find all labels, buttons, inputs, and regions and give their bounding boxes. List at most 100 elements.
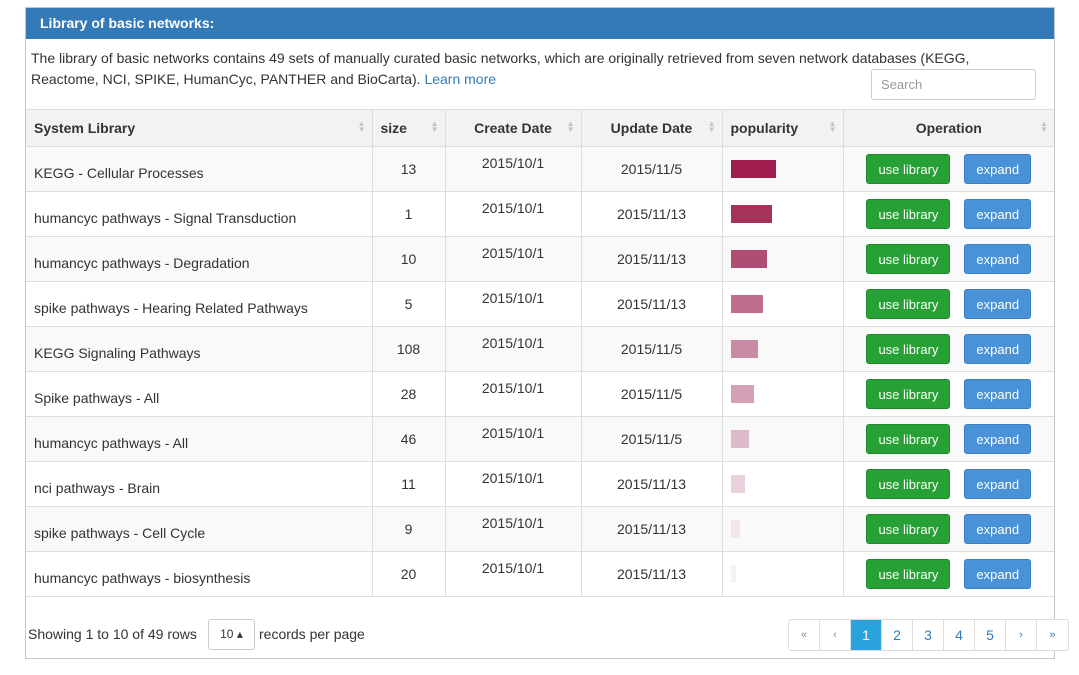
expand-button[interactable]: expand: [964, 378, 1032, 409]
expand-button[interactable]: expand: [964, 558, 1032, 589]
table-row: spike pathways - Hearing Related Pathway…: [26, 281, 1054, 327]
cell-operation: use library expand: [843, 506, 1054, 552]
page-button-5[interactable]: 5: [975, 620, 1006, 650]
header-create-date[interactable]: Create Date ▲ ▼: [445, 110, 582, 147]
sort-icon: ▲ ▼: [357, 119, 366, 134]
cell-update-date: 2015/11/13: [581, 551, 723, 597]
records-per-page-label: records per page: [259, 626, 365, 642]
expand-button[interactable]: expand: [964, 513, 1032, 544]
use-library-button[interactable]: use library: [866, 423, 951, 454]
cell-size: 11: [372, 461, 446, 507]
cell-library-name: humancyc pathways - biosynthesis: [26, 551, 373, 597]
use-library-button[interactable]: use library: [866, 513, 951, 544]
cell-operation: use library expand: [843, 236, 1054, 282]
table-row: humancyc pathways - All 46 2015/10/1 2015/1…: [26, 416, 1054, 462]
sort-icon: ▲ ▼: [828, 119, 837, 134]
table-row: KEGG Signaling Pathways 108 2015/10/1 2015/…: [26, 326, 1054, 372]
use-library-button[interactable]: use library: [866, 198, 951, 229]
last-page-button[interactable]: »: [1037, 620, 1068, 650]
popularity-bar: [730, 564, 736, 583]
page-button-3[interactable]: 3: [913, 620, 944, 650]
cell-library-name: humancyc pathways - All: [26, 416, 373, 462]
pagination: «‹ 1 2 3 4 5 ›»: [788, 619, 1069, 651]
library-table-container: System Library ▲ ▼ size ▲ ▼ Create Date ▲ ▼…: [26, 109, 1054, 597]
header-update-date[interactable]: Update Date ▲ ▼: [581, 110, 723, 147]
table-footer: Showing 1 to 10 of 49 rows 10 ▴ records …: [26, 616, 1069, 656]
cell-update-date: 2015/11/13: [581, 281, 723, 327]
table-row: humancyc pathways - Degradation 10 2015/10…: [26, 236, 1054, 282]
cell-popularity: [722, 551, 844, 597]
expand-button[interactable]: expand: [964, 198, 1032, 229]
first-page-button[interactable]: «: [789, 620, 820, 650]
use-library-button[interactable]: use library: [866, 288, 951, 319]
page-size-value: 10: [220, 627, 234, 641]
cell-library-name: spike pathways - Hearing Related Pathway…: [26, 281, 373, 327]
learn-more-link[interactable]: Learn more: [424, 71, 496, 87]
cell-create-date: 2015/10/1: [445, 506, 582, 552]
panel-title: Library of basic networks:: [26, 8, 1054, 39]
cell-operation: use library expand: [843, 371, 1054, 417]
cell-size: 20: [372, 551, 446, 597]
table-row: humancyc pathways - Signal Transduction 1…: [26, 191, 1054, 237]
header-size[interactable]: size ▲ ▼: [372, 110, 446, 147]
cell-popularity: [722, 281, 844, 327]
cell-operation: use library expand: [843, 416, 1054, 462]
table-row: Spike pathways - All 28 2015/10/1 2015/11/5…: [26, 371, 1054, 417]
cell-popularity: [722, 146, 844, 192]
cell-create-date: 2015/10/1: [445, 236, 582, 282]
table-row: KEGG - Cellular Processes 13 2015/10/1 2015…: [26, 146, 1054, 192]
use-library-button[interactable]: use library: [866, 558, 951, 589]
sort-icon: ▲ ▼: [1040, 119, 1048, 134]
cell-popularity: [722, 191, 844, 237]
page-button-2[interactable]: 2: [882, 620, 913, 650]
use-library-button[interactable]: use library: [866, 333, 951, 364]
cell-library-name: KEGG Signaling Pathways: [26, 326, 373, 372]
use-library-button[interactable]: use library: [866, 468, 951, 499]
cell-size: 13: [372, 146, 446, 192]
cell-size: 9: [372, 506, 446, 552]
cell-create-date: 2015/10/1: [445, 551, 582, 597]
cell-library-name: spike pathways - Cell Cycle: [26, 506, 373, 552]
popularity-bar: [730, 294, 763, 313]
search-input[interactable]: [871, 69, 1036, 100]
header-operation[interactable]: Operation ▲ ▼: [843, 110, 1054, 147]
use-library-button[interactable]: use library: [866, 243, 951, 274]
cell-popularity: [722, 371, 844, 417]
page-button-4[interactable]: 4: [944, 620, 975, 650]
cell-size: 46: [372, 416, 446, 462]
expand-button[interactable]: expand: [964, 288, 1032, 319]
popularity-bar: [730, 159, 776, 178]
prev-page-button[interactable]: ‹: [820, 620, 851, 650]
header-system-library[interactable]: System Library ▲ ▼: [26, 110, 373, 147]
cell-size: 28: [372, 371, 446, 417]
use-library-button[interactable]: use library: [866, 153, 951, 184]
cell-operation: use library expand: [843, 326, 1054, 372]
popularity-bar: [730, 384, 754, 403]
expand-button[interactable]: expand: [964, 423, 1032, 454]
cell-library-name: humancyc pathways - Signal Transduction: [26, 191, 373, 237]
library-table: System Library ▲ ▼ size ▲ ▼ Create Date ▲ ▼…: [26, 110, 1054, 597]
table-row: humancyc pathways - biosynthesis 20 2015/1…: [26, 551, 1054, 597]
header-popularity[interactable]: popularity ▲ ▼: [722, 110, 844, 147]
library-panel: Library of basic networks: The library o…: [25, 7, 1069, 659]
cell-create-date: 2015/10/1: [445, 461, 582, 507]
cell-popularity: [722, 236, 844, 282]
cell-library-name: Spike pathways - All: [26, 371, 373, 417]
expand-button[interactable]: expand: [964, 243, 1032, 274]
expand-button[interactable]: expand: [964, 468, 1032, 499]
popularity-bar: [730, 249, 767, 268]
description-text: The library of basic networks contains 4…: [31, 50, 970, 87]
cell-popularity: [722, 506, 844, 552]
cell-library-name: humancyc pathways - Degradation: [26, 236, 373, 282]
next-page-button[interactable]: ›: [1006, 620, 1037, 650]
cell-size: 1: [372, 191, 446, 237]
expand-button[interactable]: expand: [964, 153, 1032, 184]
page-size-dropdown[interactable]: 10 ▴: [208, 619, 255, 650]
page-button-1[interactable]: 1: [851, 620, 882, 650]
cell-popularity: [722, 416, 844, 462]
cell-create-date: 2015/10/1: [445, 371, 582, 417]
use-library-button[interactable]: use library: [866, 378, 951, 409]
expand-button[interactable]: expand: [964, 333, 1032, 364]
sort-icon: ▲ ▼: [707, 119, 716, 134]
cell-operation: use library expand: [843, 551, 1054, 597]
